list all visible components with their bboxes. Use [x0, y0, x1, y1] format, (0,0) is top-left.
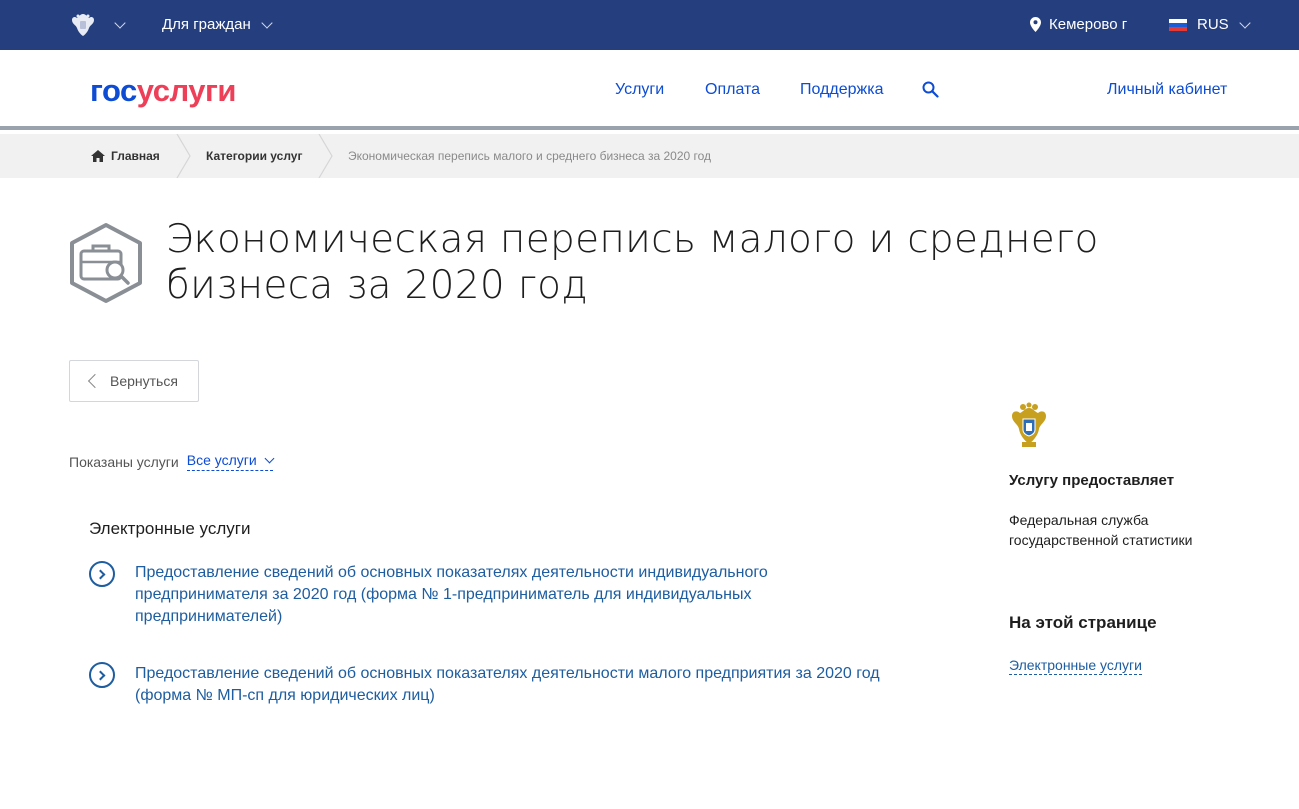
audience-selector[interactable]: Для граждан	[162, 16, 273, 33]
russian-flag-icon	[1169, 18, 1187, 31]
breadcrumb: Главная Категории услуг Экономическая пе…	[0, 134, 1299, 178]
back-button[interactable]: Вернуться	[69, 360, 199, 402]
location-pin-icon	[1030, 17, 1041, 32]
city-selector[interactable]: Кемерово г	[1030, 16, 1127, 33]
nav-payment[interactable]: Оплата	[705, 81, 760, 99]
service-item[interactable]: Предоставление сведений об основных пока…	[89, 662, 929, 707]
briefcase-search-icon	[70, 223, 142, 303]
chevron-down-icon	[261, 16, 273, 29]
breadcrumb-home[interactable]: Главная	[91, 149, 160, 163]
site-header: госуслуги Услуги Оплата Поддержка Личный…	[0, 50, 1299, 130]
logo-part-gos: гос	[90, 73, 137, 108]
on-this-page-link[interactable]: Электронные услуги	[1009, 657, 1142, 675]
service-item[interactable]: Предоставление сведений об основных пока…	[89, 561, 849, 628]
chevron-left-icon	[87, 373, 103, 389]
gosuslugi-logo[interactable]: госуслуги	[90, 73, 236, 109]
chevron-down-icon	[264, 453, 275, 463]
logo-part-uslugi: услуги	[136, 73, 237, 108]
section-heading: Электронные услуги	[89, 519, 251, 538]
breadcrumb-categories[interactable]: Категории услуг	[206, 149, 302, 163]
rosstat-emblem-icon	[1012, 402, 1046, 447]
emblem-menu-button[interactable]	[68, 10, 126, 40]
filter-value: Все услуги	[186, 452, 257, 468]
personal-account-link[interactable]: Личный кабинет	[1107, 81, 1227, 99]
chevron-down-icon	[1239, 16, 1251, 29]
breadcrumb-separator	[176, 134, 191, 178]
filter-label: Показаны услуги	[69, 453, 179, 470]
arrow-right-circle-icon	[89, 662, 115, 688]
language-label: RUS	[1197, 16, 1229, 33]
service-link[interactable]: Предоставление сведений об основных пока…	[135, 562, 835, 628]
search-icon[interactable]	[922, 81, 939, 98]
back-button-label: Вернуться	[110, 373, 178, 389]
filter-dropdown[interactable]: Все услуги	[186, 452, 275, 471]
language-selector[interactable]: RUS	[1169, 16, 1251, 33]
breadcrumb-home-label: Главная	[111, 149, 160, 163]
chevron-down-icon	[114, 17, 126, 29]
breadcrumb-current: Экономическая перепись малого и среднего…	[348, 149, 712, 163]
arrow-right-circle-icon	[89, 561, 115, 587]
home-icon	[91, 150, 105, 162]
nav-services[interactable]: Услуги	[615, 81, 664, 99]
coat-of-arms-icon	[72, 14, 94, 36]
provider-name: Федеральная служба государственной стати…	[1009, 512, 1193, 548]
provider-heading: Услугу предоставляет	[1009, 472, 1175, 489]
audience-label: Для граждан	[162, 16, 251, 33]
page-title: Экономическая перепись малого и среднего…	[166, 217, 1099, 308]
breadcrumb-separator	[318, 134, 333, 178]
top-bar: Для граждан Кемерово г RUS	[0, 0, 1299, 50]
services-filter: Показаны услуги Все услуги	[69, 452, 275, 471]
city-label: Кемерово г	[1049, 16, 1128, 33]
service-link[interactable]: Предоставление сведений об основных пока…	[135, 663, 915, 707]
nav-support[interactable]: Поддержка	[800, 81, 883, 99]
on-this-page-heading: На этой странице	[1009, 613, 1157, 632]
